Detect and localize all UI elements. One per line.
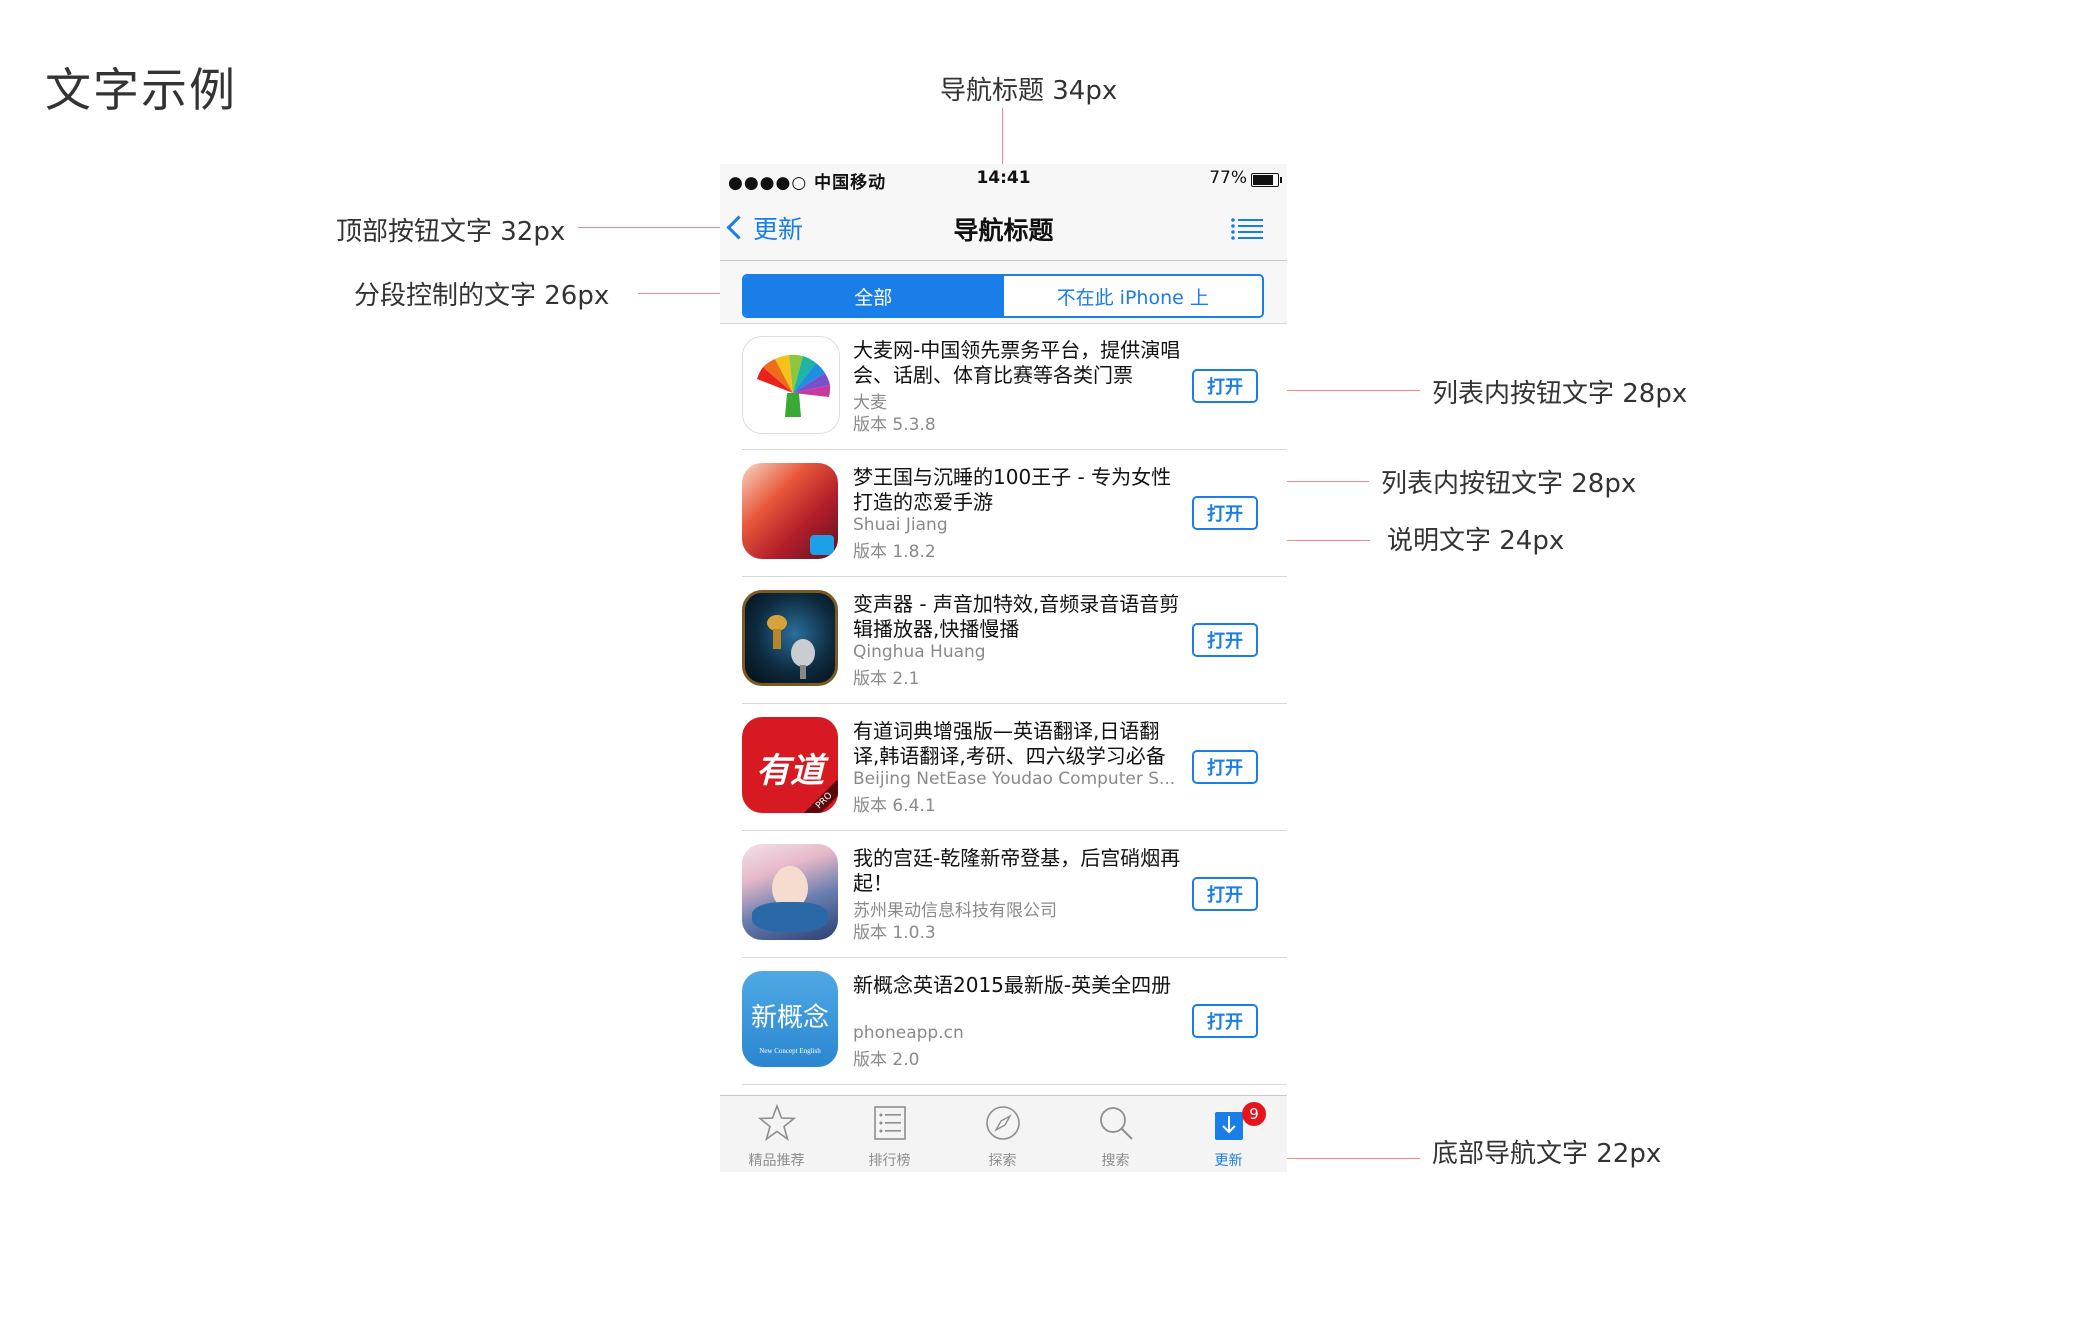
compass-icon: [986, 1106, 1020, 1140]
star-icon: [758, 1104, 796, 1141]
segmented-control: 全部 不在此 iPhone 上: [742, 274, 1264, 318]
tab-label: 排行榜: [868, 1153, 911, 1169]
annotation-nav-title: 导航标题 34px: [940, 76, 1118, 106]
phone-screen: ●●●●○ 中国移动 14:41 77% 更新 导航标题 全部 不在此 iPho…: [720, 164, 1287, 1172]
list-icon: [874, 1106, 906, 1140]
page-title: 文字示例: [45, 63, 237, 117]
segment-all[interactable]: 全部: [744, 276, 1003, 316]
voice-changer-app-icon: [742, 590, 838, 686]
palace-app-icon: [742, 844, 838, 940]
app-version: 版本 6.4.1: [853, 796, 936, 816]
list-item[interactable]: 新概念 New Concept English 新概念英语2015最新版-英美全…: [720, 959, 1287, 1085]
app-developer: Shuai Jiang: [853, 515, 948, 535]
tab-featured[interactable]: 精品推荐: [720, 1096, 833, 1172]
app-developer: phoneapp.cn: [853, 1023, 964, 1043]
row-divider: [742, 703, 1287, 704]
annotation-tabbar: 底部导航文字 22px: [1432, 1139, 1662, 1169]
updates-badge: 9: [1242, 1102, 1266, 1126]
nce-icon-text: 新概念: [750, 1003, 829, 1033]
app-version: 版本 2.1: [853, 669, 920, 689]
dream-kingdom-app-icon: [742, 463, 838, 559]
status-bar: ●●●●○ 中国移动 14:41 77%: [720, 164, 1287, 194]
app-version: 版本 1.8.2: [853, 542, 936, 562]
tab-explore[interactable]: 探索: [946, 1096, 1059, 1172]
youdao-app-icon: 有道 PRO: [742, 717, 838, 813]
list-item[interactable]: 有道 PRO 有道词典增强版—英语翻译,日语翻译,韩语翻译,考研、四六级学习必备…: [720, 705, 1287, 831]
open-button[interactable]: 打开: [1192, 877, 1258, 911]
annotation-caption: 说明文字 24px: [1387, 526, 1565, 556]
tab-label: 搜索: [1101, 1153, 1130, 1169]
list-item[interactable]: 我的宫廷-乾隆新帝登基，后宫硝烟再起！ 苏州果动信息科技有限公司 版本 1.0.…: [720, 832, 1287, 958]
annotation-list-button-1: 列表内按钮文字 28px: [1432, 379, 1688, 409]
app-name: 有道词典增强版—英语翻译,日语翻译,韩语翻译,考研、四六级学习必备: [853, 719, 1166, 768]
segment-not-on-device[interactable]: 不在此 iPhone 上: [1002, 276, 1262, 316]
status-time: 14:41: [976, 168, 1031, 188]
app-version: 版本 1.0.3: [853, 923, 936, 943]
open-button[interactable]: 打开: [1192, 1004, 1258, 1038]
annotation-segment: 分段控制的文字 26px: [354, 281, 610, 311]
open-button[interactable]: 打开: [1192, 369, 1258, 403]
open-button[interactable]: 打开: [1192, 623, 1258, 657]
app-developer: Qinghua Huang: [853, 642, 986, 662]
list-icon[interactable]: [1231, 218, 1263, 240]
segmented-control-bar: 全部 不在此 iPhone 上: [720, 261, 1287, 324]
new-concept-app-icon: 新概念 New Concept English: [742, 971, 838, 1067]
row-divider: [742, 1084, 1287, 1085]
list-item[interactable]: 变声器 - 声音加特效,音频录音语音剪辑播放器,快播慢播 Qinghua Hua…: [720, 578, 1287, 704]
app-version: 版本 2.0: [853, 1050, 920, 1070]
row-divider: [742, 576, 1287, 577]
open-button[interactable]: 打开: [1192, 496, 1258, 530]
app-name: 梦王国与沉睡的100王子 - 专为女性打造的恋爱手游: [853, 465, 1172, 514]
nav-title: 导航标题: [953, 216, 1054, 245]
nav-bar: 更新 导航标题: [720, 194, 1287, 261]
tab-charts[interactable]: 排行榜: [833, 1096, 946, 1172]
annotation-list-button-2: 列表内按钮文字 28px: [1381, 469, 1637, 499]
battery-percent: 77%: [1209, 168, 1247, 188]
youdao-icon-text: 有道: [756, 751, 824, 791]
open-button[interactable]: 打开: [1192, 750, 1258, 784]
row-divider: [742, 957, 1287, 958]
app-version: 版本 5.3.8: [853, 415, 936, 435]
app-developer: Beijing NetEase Youdao Computer S...: [853, 769, 1176, 789]
row-divider: [742, 449, 1287, 450]
list-item[interactable]: 梦王国与沉睡的100王子 - 专为女性打造的恋爱手游 Shuai Jiang 版…: [720, 451, 1287, 577]
tab-label: 更新: [1214, 1153, 1243, 1169]
tab-search[interactable]: 搜索: [1059, 1096, 1172, 1172]
tab-updates[interactable]: 9 更新: [1172, 1096, 1285, 1172]
annotation-top-button: 顶部按钮文字 32px: [336, 217, 566, 247]
app-name: 新概念英语2015最新版-英美全四册: [853, 973, 1172, 997]
tab-bar: 精品推荐 排行榜 探索 搜索 9 更新: [720, 1095, 1287, 1172]
damai-app-icon: [742, 336, 840, 434]
app-name: 大麦网-中国领先票务平台，提供演唱会、话剧、体育比赛等各类门票: [853, 338, 1181, 387]
tab-label: 精品推荐: [748, 1153, 805, 1169]
nce-icon-subtext: New Concept English: [759, 1047, 821, 1055]
row-divider: [742, 830, 1287, 831]
app-name: 变声器 - 声音加特效,音频录音语音剪辑播放器,快播慢播: [853, 592, 1180, 641]
search-icon: [1100, 1107, 1133, 1140]
battery-icon: [1251, 173, 1282, 187]
list-item[interactable]: 大麦网-中国领先票务平台，提供演唱会、话剧、体育比赛等各类门票 大麦 版本 5.…: [720, 324, 1287, 450]
tab-label: 探索: [988, 1153, 1017, 1169]
app-name: 我的宫廷-乾隆新帝登基，后宫硝烟再起！: [853, 846, 1181, 895]
